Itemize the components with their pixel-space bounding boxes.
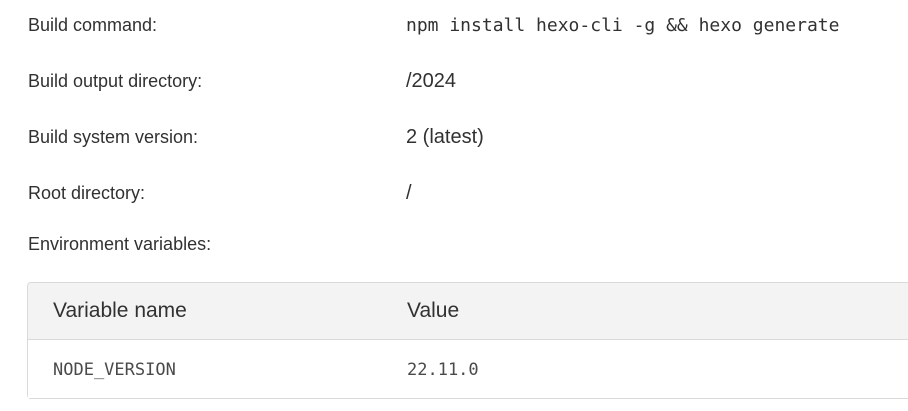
setting-label: Root directory:	[28, 183, 146, 203]
setting-label: Build output directory:	[28, 71, 203, 91]
setting-value: npm install hexo-cli -g && hexo generate	[406, 15, 840, 36]
setting-build-command: Build command: npm install hexo-cli -g &…	[28, 0, 908, 56]
env-variable-name: NODE_VERSION	[53, 360, 176, 380]
table-row: NODE_VERSION 22.11.0	[28, 340, 908, 398]
table-header: Variable name Value	[28, 283, 908, 340]
build-settings-list: Build command: npm install hexo-cli -g &…	[28, 0, 908, 224]
setting-build-output-directory: Build output directory: /2024	[28, 56, 908, 112]
column-header-value: Value	[407, 299, 460, 322]
environment-variables-title: Environment variables:	[28, 234, 212, 254]
setting-value: 2 (latest)	[406, 126, 484, 148]
setting-label: Build command:	[28, 15, 158, 35]
setting-root-directory: Root directory: /	[28, 168, 908, 224]
environment-variables-table: Variable name Value NODE_VERSION 22.11.0	[27, 282, 908, 399]
setting-value: /2024	[406, 70, 457, 92]
env-variable-value: 22.11.0	[407, 360, 479, 380]
setting-build-system-version: Build system version: 2 (latest)	[28, 112, 908, 168]
setting-value: /	[406, 182, 412, 204]
column-header-variable-name: Variable name	[53, 299, 187, 322]
setting-label: Build system version:	[28, 127, 199, 147]
